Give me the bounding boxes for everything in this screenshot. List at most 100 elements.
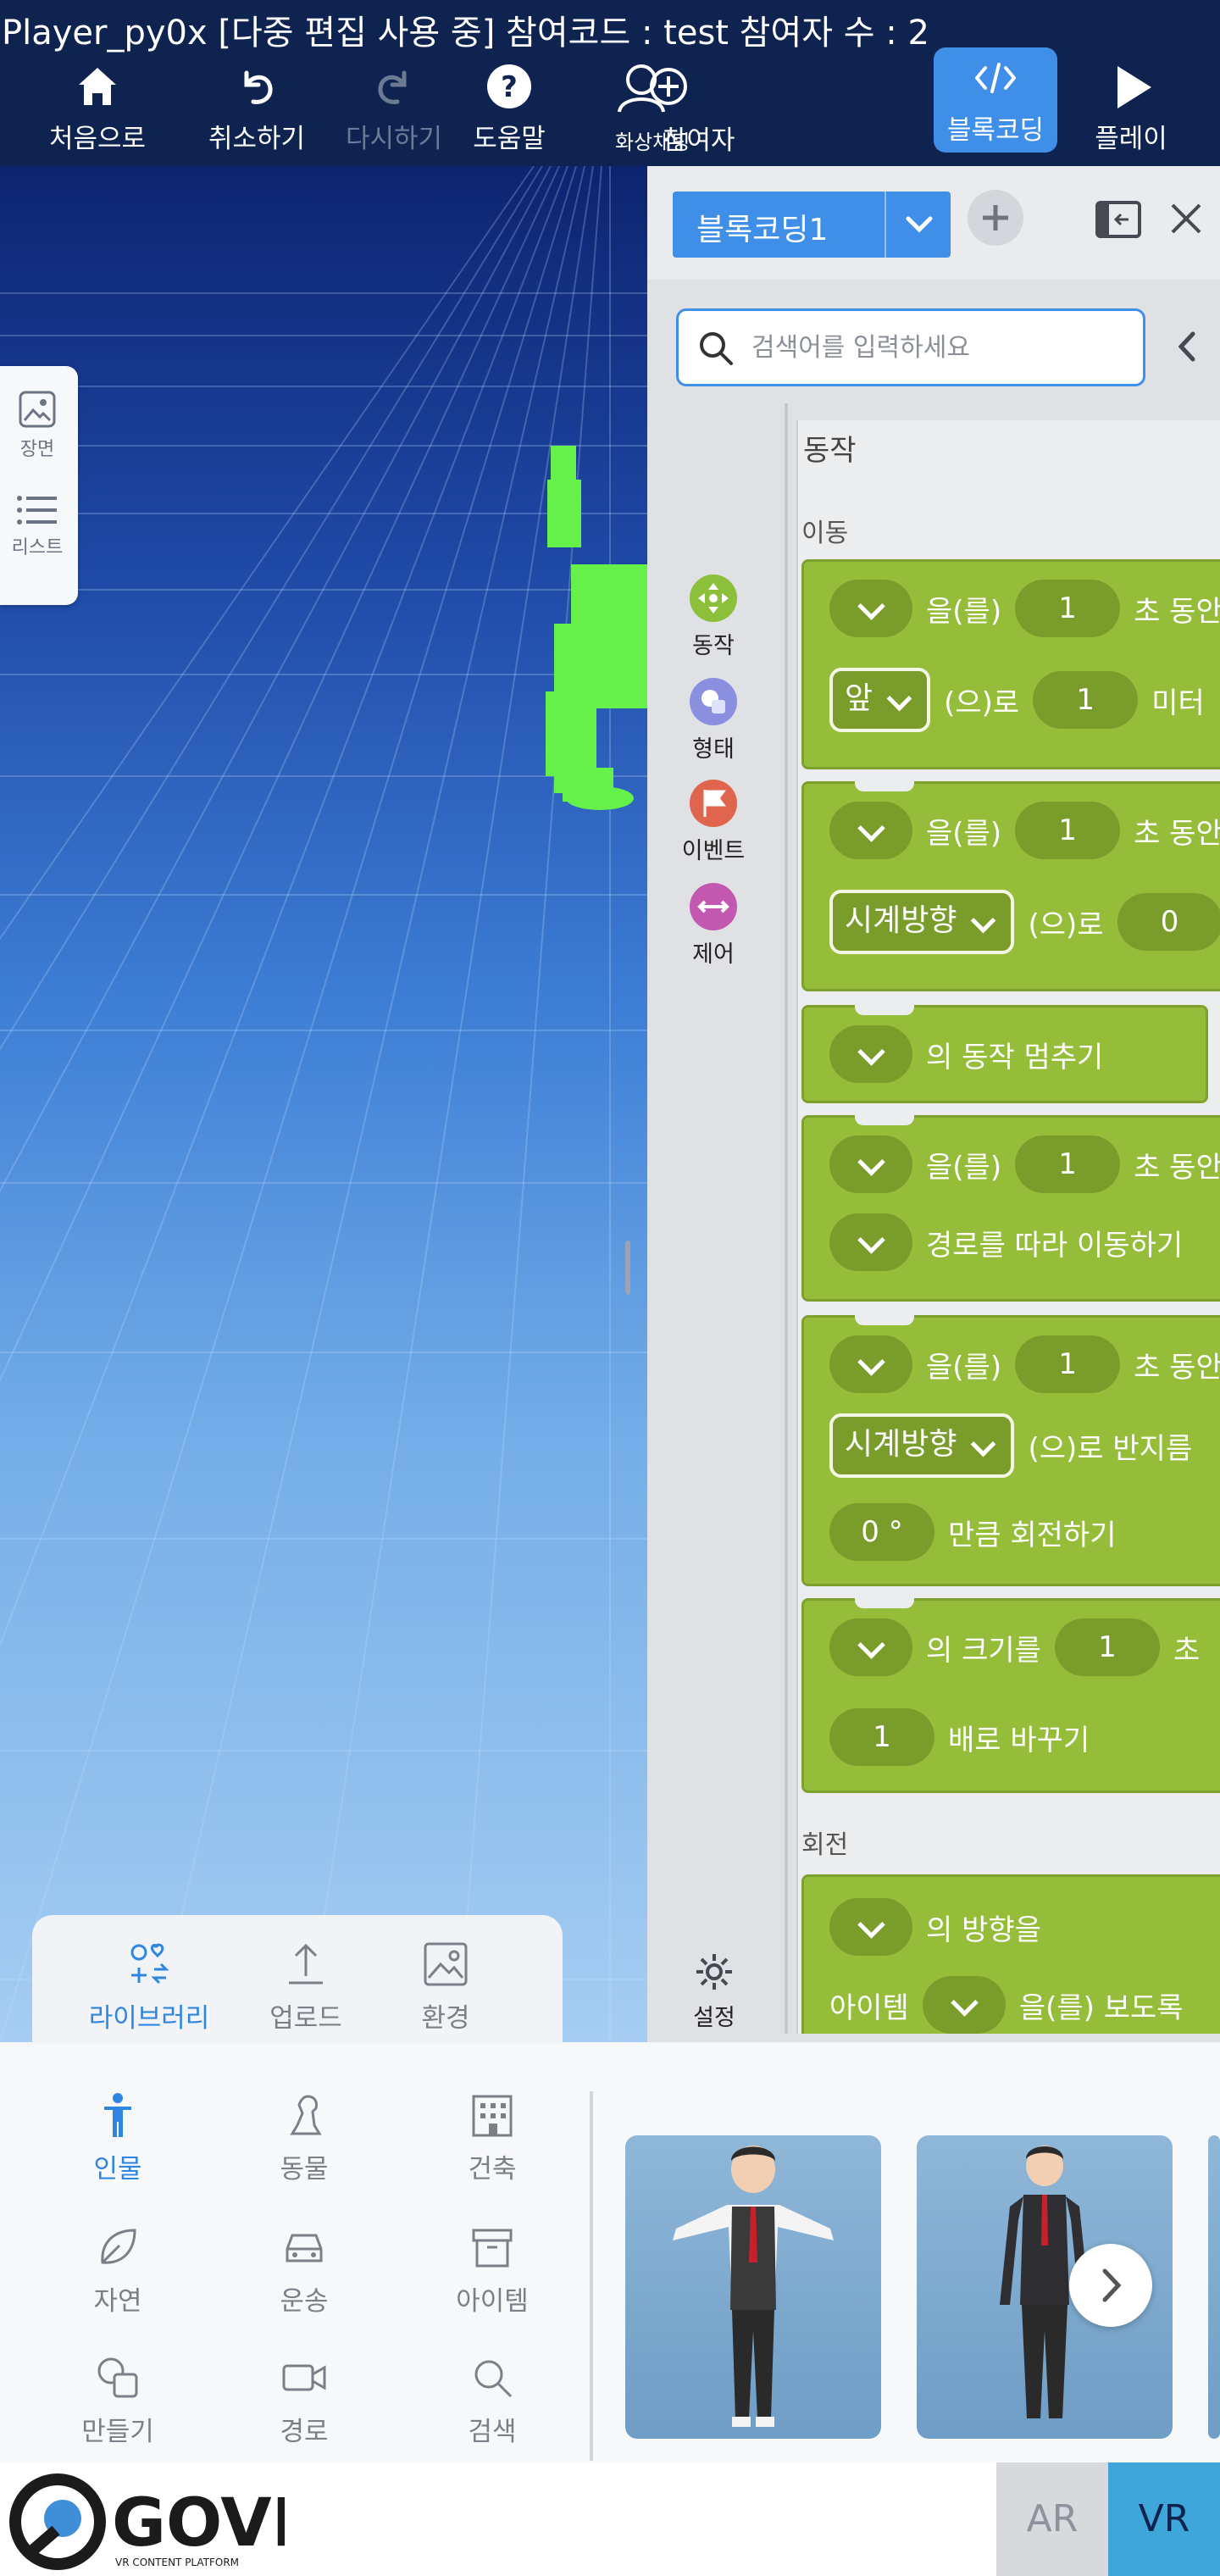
- section-title: 동작: [803, 434, 857, 468]
- image-icon: [19, 391, 56, 428]
- window-title: Player_py0x [다중 편집 사용 중] 참여코드 : test 참여자…: [2, 14, 929, 53]
- block-follow-path[interactable]: 을(를) 1 초 동안 경로를 따라 이동하기: [801, 1115, 1220, 1302]
- panel-tab-bar: 블록코딩1: [647, 166, 1220, 280]
- settings-button[interactable]: 설정: [693, 1951, 735, 2032]
- seconds-input[interactable]: 1: [1015, 580, 1121, 637]
- undo-button[interactable]: 취소하기: [185, 61, 329, 154]
- angle-input[interactable]: 0: [1117, 893, 1220, 951]
- library-tab-bar: 라이브러리 업로드 환경: [32, 1915, 563, 2047]
- vr-mode-button[interactable]: VR: [1108, 2462, 1220, 2576]
- block-move-forward[interactable]: 을(를) 1 초 동안 앞 (으)로 1 미터: [801, 559, 1220, 769]
- object-dropdown[interactable]: [829, 1135, 912, 1193]
- undo-icon: [244, 70, 273, 104]
- direction-dropdown[interactable]: 앞: [829, 668, 931, 732]
- object-dropdown[interactable]: [829, 1025, 912, 1083]
- subsection-move: 이동: [801, 519, 849, 548]
- dock-panel-icon[interactable]: [1095, 200, 1142, 239]
- scene-button[interactable]: 장면: [0, 390, 75, 461]
- home-icon: [79, 68, 116, 105]
- block-orbit-rotate[interactable]: 을(를) 1 초 동안 시계방향 (으)로 반지름 0 ° 만큼 회전하기: [801, 1315, 1220, 1586]
- rotation-direction-dropdown[interactable]: 시계방향: [829, 1413, 1015, 1478]
- path-dropdown[interactable]: [829, 1213, 912, 1271]
- tab-dropdown-button[interactable]: [884, 192, 951, 258]
- character-thumbnail[interactable]: [1208, 2135, 1220, 2439]
- library-category-building[interactable]: 건축: [429, 2091, 556, 2185]
- library-divider: [590, 2091, 593, 2461]
- seconds-input[interactable]: 1: [1015, 1335, 1121, 1393]
- angle-input[interactable]: 0 °: [829, 1503, 934, 1561]
- search-icon: [474, 2360, 513, 2398]
- help-button[interactable]: ? 도움말: [437, 61, 581, 154]
- green-3d-object[interactable]: [546, 446, 647, 810]
- tab-blockcoding1[interactable]: 블록코딩1: [673, 192, 951, 258]
- seconds-input[interactable]: 1: [1054, 1618, 1160, 1676]
- seconds-input[interactable]: 1: [1015, 802, 1121, 859]
- library-category-transport[interactable]: 운송: [241, 2223, 368, 2318]
- list-button[interactable]: 리스트: [0, 493, 75, 559]
- distance-input[interactable]: 1: [1033, 671, 1139, 729]
- panel-resize-handle[interactable]: [625, 1241, 630, 1295]
- search-icon: [700, 332, 733, 365]
- scene-panel: 장면 리스트: [0, 366, 78, 605]
- tab-library[interactable]: 라이브러리: [81, 1939, 217, 2035]
- play-icon: [1117, 66, 1151, 108]
- object-dropdown[interactable]: [829, 1898, 912, 1956]
- subsection-rotate: 회전: [801, 1830, 849, 1860]
- category-looks[interactable]: 형태: [671, 678, 756, 763]
- block-face-direction[interactable]: 의 방향을 아이템 을(를) 보도록: [801, 1874, 1220, 2034]
- tab-environment[interactable]: 환경: [403, 1939, 488, 2035]
- block-stop-motion[interactable]: 의 동작 멈추기: [801, 1005, 1208, 1103]
- participants-icon: [618, 64, 687, 113]
- library-category-nature[interactable]: 자연: [54, 2223, 181, 2318]
- object-dropdown[interactable]: [829, 580, 912, 637]
- category-motion[interactable]: 동작: [671, 575, 756, 660]
- close-icon[interactable]: [1167, 200, 1205, 237]
- redo-icon: [378, 70, 407, 104]
- home-button[interactable]: 처음으로: [25, 61, 169, 154]
- seconds-input[interactable]: 1: [1015, 1135, 1121, 1193]
- library-category-create[interactable]: 만들기: [54, 2354, 181, 2448]
- person-icon: [104, 2093, 131, 2137]
- tab-upload[interactable]: 업로드: [259, 1939, 352, 2035]
- play-button[interactable]: 플레이: [1059, 61, 1203, 154]
- 3d-viewport[interactable]: 장면 리스트: [0, 166, 647, 2042]
- top-toolbar: Player_py0x [다중 편집 사용 중] 참여코드 : test 참여자…: [0, 0, 1220, 166]
- add-tab-button[interactable]: [968, 190, 1023, 246]
- library-category-item[interactable]: 아이템: [429, 2223, 556, 2318]
- blockcoding-button[interactable]: 블록코딩: [934, 47, 1057, 153]
- building-icon: [472, 2095, 513, 2137]
- block-rotate[interactable]: 을(를) 1 초 동안 시계방향 (으)로 0: [801, 781, 1220, 991]
- gear-icon: [696, 1954, 732, 1990]
- library-category-path[interactable]: 경로: [241, 2354, 368, 2448]
- arrows-horizontal-icon: [690, 883, 737, 930]
- move-arrows-icon: [690, 575, 737, 622]
- scale-input[interactable]: 1: [829, 1708, 934, 1766]
- block-scale[interactable]: 의 크기를 1 초 1 배로 바꾸기: [801, 1598, 1220, 1793]
- screen-chat-button[interactable]: 화상채팅 참여자: [585, 61, 735, 156]
- object-dropdown[interactable]: [829, 1335, 912, 1393]
- library-category-animal[interactable]: 동물: [241, 2091, 368, 2185]
- search-input[interactable]: [751, 326, 1124, 369]
- category-control[interactable]: 제어: [671, 883, 756, 969]
- govr-logo: GOVR VR CONTENT PLATFORM: [5, 2469, 323, 2576]
- target-dropdown[interactable]: [922, 1976, 1006, 2034]
- character-thumbnail[interactable]: [625, 2135, 881, 2439]
- animal-icon: [290, 2095, 322, 2135]
- code-icon: [975, 63, 1016, 93]
- leaf-icon: [101, 2229, 136, 2264]
- category-events[interactable]: 이벤트: [671, 780, 756, 865]
- chevron-left-icon[interactable]: [1169, 325, 1203, 368]
- library-category-person[interactable]: 인물: [54, 2091, 181, 2185]
- object-dropdown[interactable]: [829, 1618, 912, 1676]
- object-dropdown[interactable]: [829, 802, 912, 859]
- rotation-direction-dropdown[interactable]: 시계방향: [829, 890, 1015, 954]
- question-icon: ?: [487, 64, 531, 108]
- library-category-search[interactable]: 검색: [429, 2354, 556, 2448]
- next-page-button[interactable]: [1069, 2244, 1152, 2327]
- footer-bar: GOVR VR CONTENT PLATFORM AR VR: [0, 2462, 1220, 2576]
- ar-mode-button[interactable]: AR: [996, 2462, 1108, 2576]
- list-icon: [17, 496, 57, 525]
- block-search-field[interactable]: [676, 308, 1145, 386]
- shapes-icon: [690, 678, 737, 725]
- asset-library: 인물 동물 건축 자연 운송 아이템 만들기 경로 검색: [0, 2044, 1220, 2462]
